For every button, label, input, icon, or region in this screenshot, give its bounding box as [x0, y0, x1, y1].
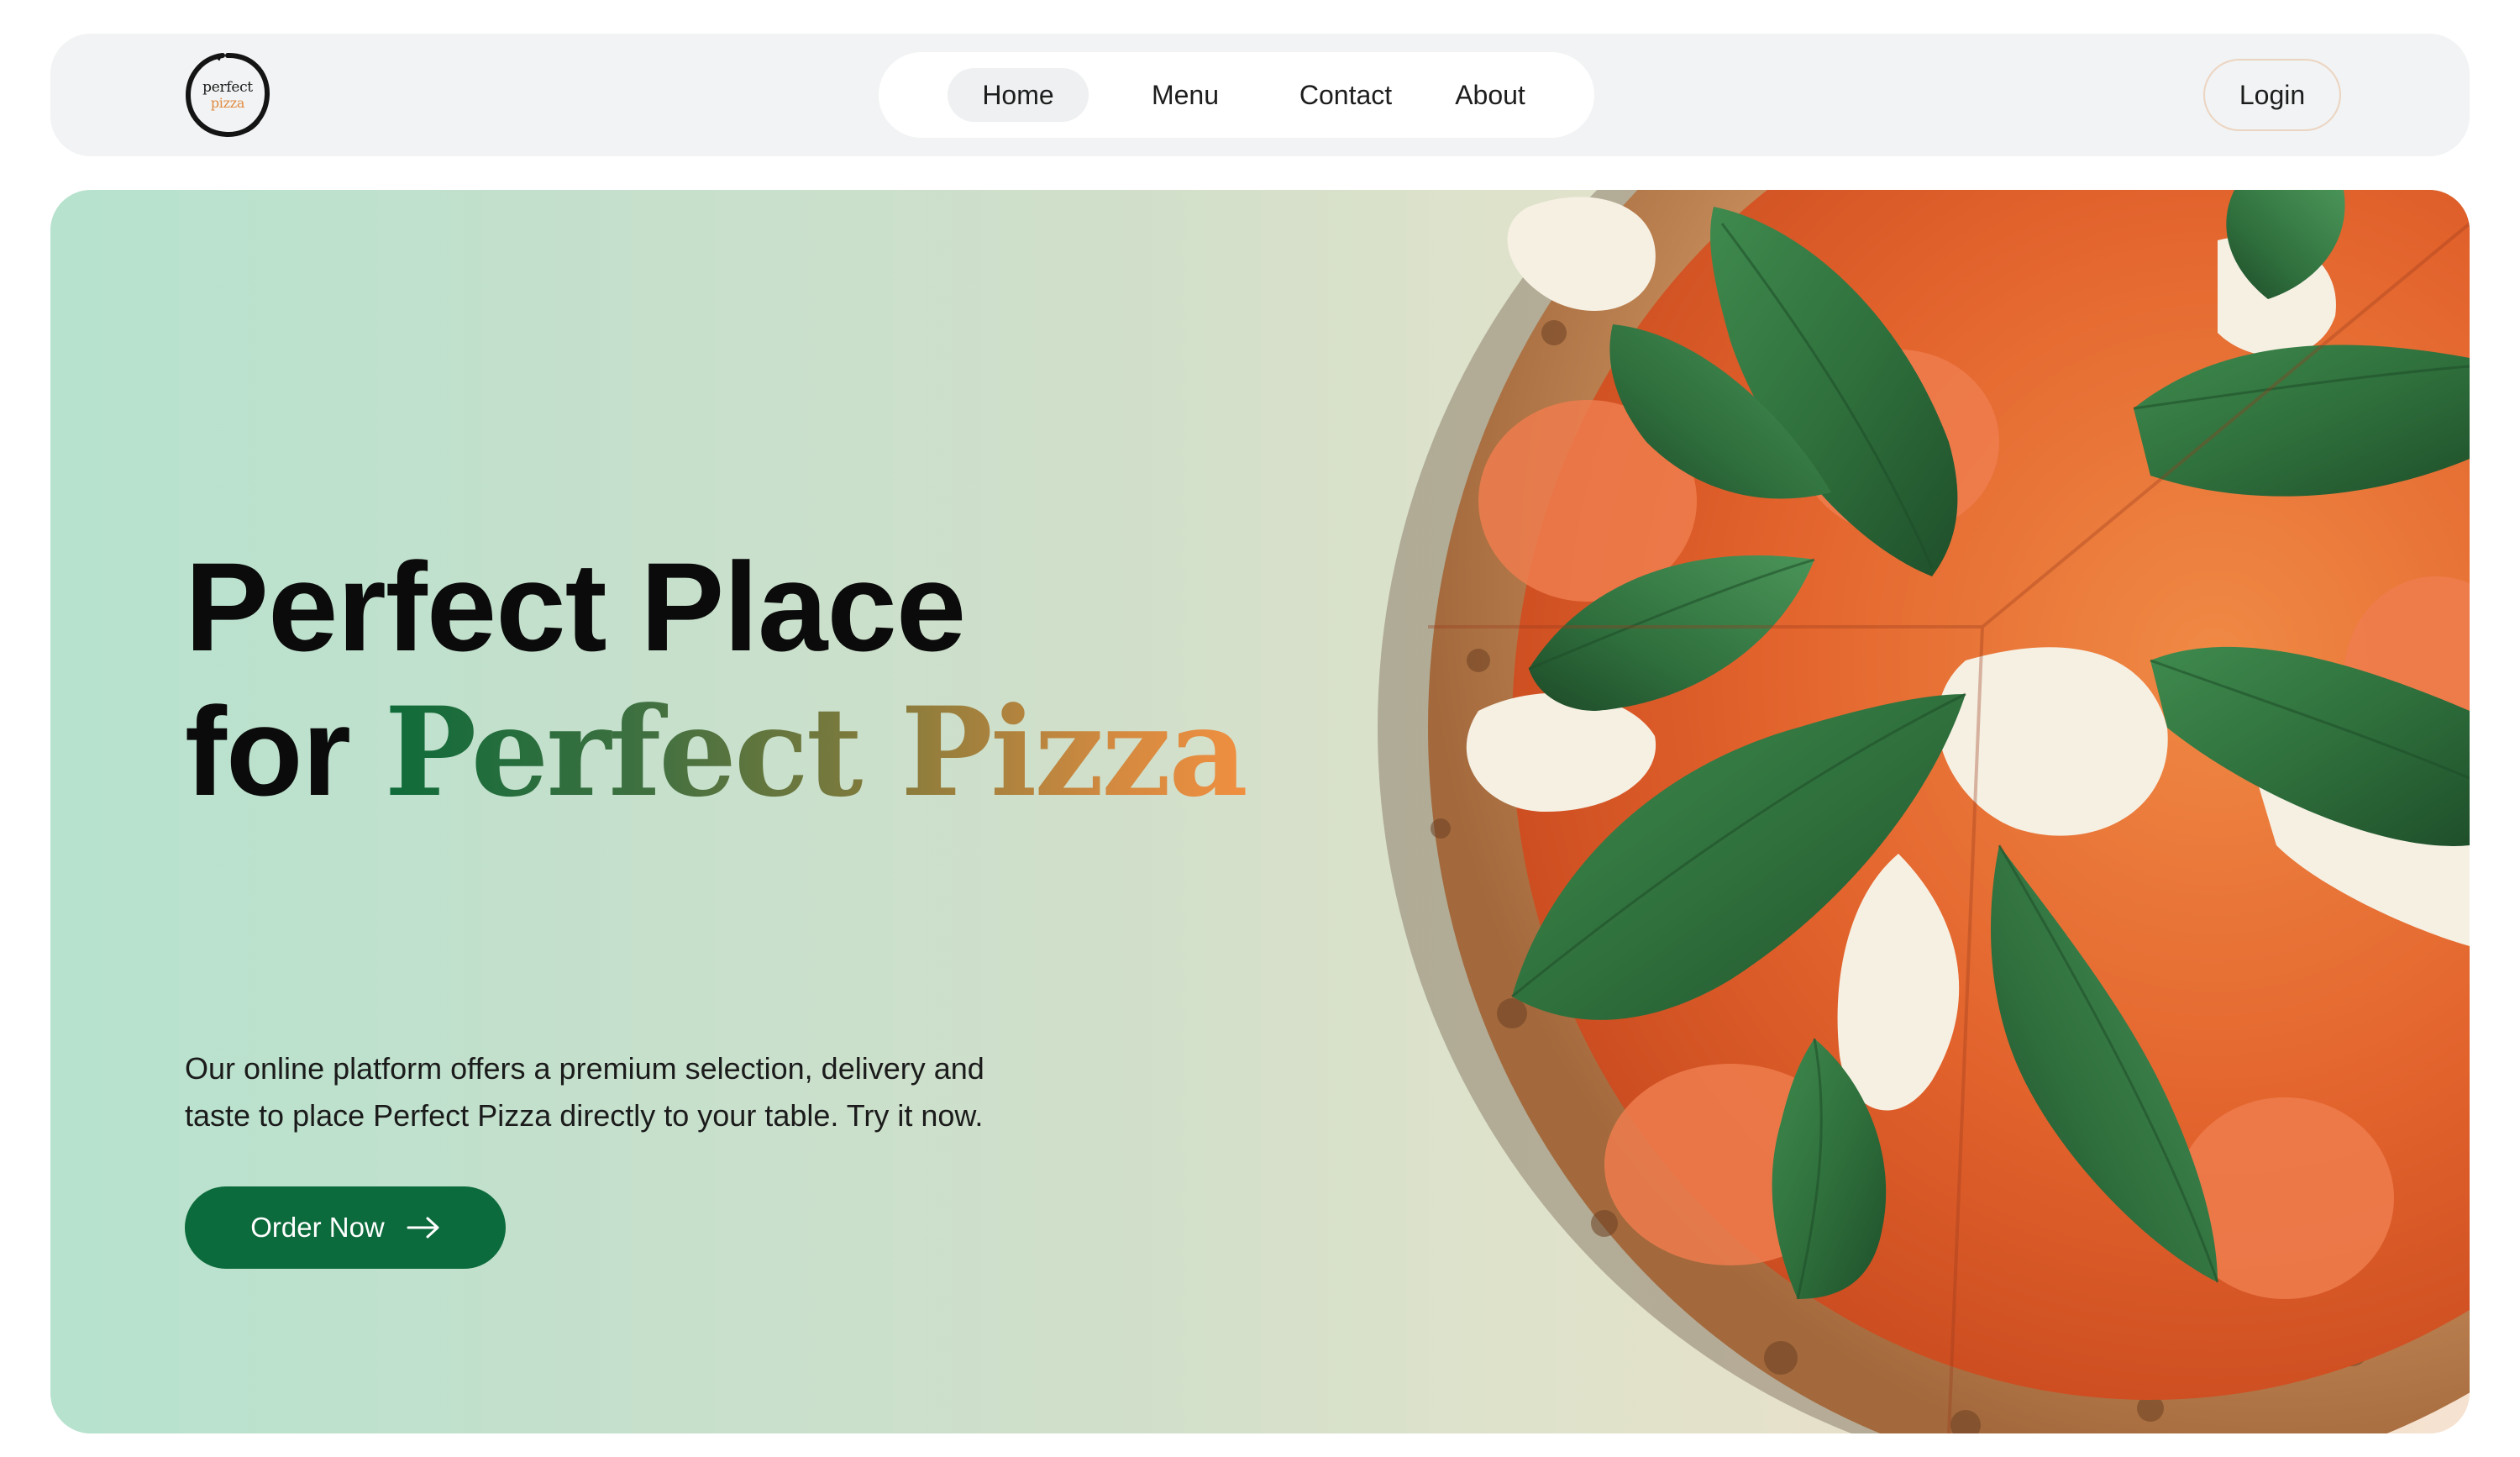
headline-line-1: Perfect Place	[185, 536, 966, 677]
main-nav: Home Menu Contact About	[879, 52, 1594, 138]
hero-headline: Perfect Place for Perfect Pizza	[185, 534, 1248, 825]
nav-item-home[interactable]: Home	[948, 68, 1089, 122]
pizza-image	[1378, 190, 2470, 1433]
arrow-right-icon	[407, 1217, 439, 1239]
headline-highlight: Perfect Pizza	[384, 681, 1248, 824]
logo-line-2: pizza	[210, 94, 245, 111]
navbar: perfect pizza Home Menu Contact About Lo…	[50, 34, 2470, 156]
page: perfect pizza Home Menu Contact About Lo…	[0, 0, 2520, 1457]
headline-for: for	[185, 681, 351, 822]
login-button[interactable]: Login	[2203, 59, 2341, 131]
hero-section: Perfect Place for Perfect Pizza Our onli…	[50, 190, 2470, 1433]
hero-description: Our online platform offers a premium sel…	[185, 1051, 984, 1133]
logo[interactable]: perfect pizza	[183, 50, 272, 139]
logo-text: perfect pizza	[183, 50, 272, 139]
logo-line-1: perfect	[202, 78, 253, 96]
nav-item-contact[interactable]: Contact	[1278, 68, 1413, 122]
nav-item-menu[interactable]: Menu	[1131, 68, 1240, 122]
nav-item-about[interactable]: About	[1433, 68, 1547, 122]
order-now-button[interactable]: Order Now	[185, 1186, 506, 1269]
headline-line-2: for Perfect Pizza	[185, 679, 1248, 825]
order-now-label: Order Now	[250, 1212, 385, 1243]
